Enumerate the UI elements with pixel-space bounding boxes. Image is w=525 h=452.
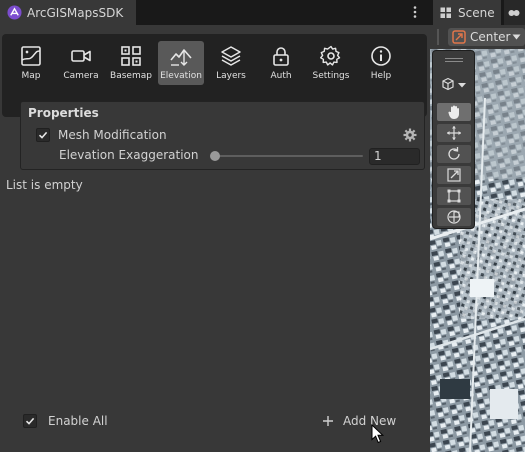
pivot-mode-label: Center — [470, 30, 511, 44]
tool-help[interactable]: Help — [358, 41, 404, 85]
editor-tab-bar: ArcGISMapsSDK — [0, 0, 430, 25]
scene-tab-bar: Scene — [430, 0, 525, 25]
scale-icon — [447, 168, 461, 182]
tool-basemap-label: Basemap — [110, 71, 152, 81]
overlay-grip[interactable] — [445, 58, 463, 59]
tool-camera-label: Camera — [63, 71, 99, 81]
list-empty-text: List is empty — [6, 178, 83, 192]
tool-elevation-label: Elevation — [160, 71, 202, 81]
tool-camera[interactable]: Camera — [58, 41, 104, 85]
gear-icon — [320, 45, 341, 66]
tool-help-label: Help — [370, 71, 392, 81]
tool-layers-label: Layers — [216, 71, 246, 81]
pivot-mode-dropdown[interactable]: Center — [448, 28, 525, 46]
tool-elevation[interactable]: Elevation — [158, 41, 204, 85]
rect-icon — [447, 189, 461, 203]
lock-icon — [273, 47, 289, 66]
game-tab[interactable] — [504, 0, 525, 25]
layers-icon — [221, 46, 241, 66]
enable-all-label: Enable All — [48, 414, 108, 428]
tool-auth[interactable]: Auth — [258, 41, 304, 85]
chevron-down-icon — [512, 34, 521, 40]
mesh-modification-checkbox[interactable] — [36, 128, 50, 142]
pivot-center-icon — [452, 30, 466, 44]
toolbar-separator — [437, 29, 439, 45]
transform-tool-button[interactable] — [437, 208, 471, 226]
transform-icon — [447, 210, 461, 224]
tool-layers[interactable]: Layers — [208, 41, 254, 85]
scene-tab[interactable]: Scene — [433, 0, 501, 25]
rotate-tool-button[interactable] — [437, 145, 471, 163]
elevation-exaggeration-field[interactable]: 1 — [369, 148, 420, 165]
mesh-modification-label: Mesh Modification — [58, 128, 167, 142]
arcgis-sdk-panel: Map Camera Basemap Elevation Layers Auth… — [0, 25, 430, 452]
basemap-icon — [121, 46, 141, 66]
tool-settings-label: Settings — [312, 71, 350, 81]
arcgis-sdk-tab[interactable]: ArcGISMapsSDK — [0, 0, 136, 25]
camera-icon — [71, 50, 91, 62]
enable-all-checkbox[interactable] — [23, 414, 37, 428]
rotate-icon — [448, 147, 460, 160]
tab-label: ArcGISMapsSDK — [27, 5, 124, 20]
overlay-grip[interactable] — [445, 61, 463, 62]
scene-grid-icon — [440, 7, 451, 18]
help-icon — [371, 46, 391, 66]
tool-settings[interactable]: Settings — [308, 41, 354, 85]
gamepad-icon — [508, 10, 520, 16]
tool-map[interactable]: Map — [8, 41, 54, 85]
tool-basemap[interactable]: Basemap — [108, 41, 154, 85]
slider-thumb[interactable] — [210, 151, 220, 161]
mouse-cursor-icon — [371, 424, 385, 444]
elevation-icon — [170, 49, 192, 66]
tool-map-label: Map — [21, 71, 41, 81]
view-options-icon[interactable] — [439, 77, 469, 93]
add-new-label: Add New — [343, 414, 397, 428]
scene-tab-label: Scene — [458, 5, 495, 20]
hand-icon — [448, 105, 459, 119]
tool-auth-label: Auth — [270, 71, 292, 81]
more-options-icon[interactable] — [407, 4, 423, 20]
properties-title: Properties — [28, 106, 99, 120]
elevation-exaggeration-slider[interactable] — [213, 155, 363, 157]
checkmark-icon — [38, 131, 48, 139]
rect-tool-button[interactable] — [437, 187, 471, 205]
map-icon — [21, 46, 41, 66]
checkmark-icon — [25, 417, 35, 425]
elevation-exaggeration-label: Elevation Exaggeration — [59, 148, 199, 162]
properties-section: Properties Mesh Modification Elevation E… — [20, 101, 425, 170]
mesh-settings-gear-icon[interactable] — [403, 128, 417, 142]
arcgis-logo-icon — [7, 5, 22, 20]
scene-tools-overlay — [432, 50, 475, 229]
add-new-button[interactable]: Add New — [322, 413, 396, 429]
scene-toolbar: Center — [430, 25, 525, 49]
hand-tool-button[interactable] — [437, 103, 471, 121]
plus-icon — [323, 416, 333, 426]
move-tool-button[interactable] — [437, 124, 471, 142]
move-icon — [447, 126, 461, 140]
scale-tool-button[interactable] — [437, 166, 471, 184]
